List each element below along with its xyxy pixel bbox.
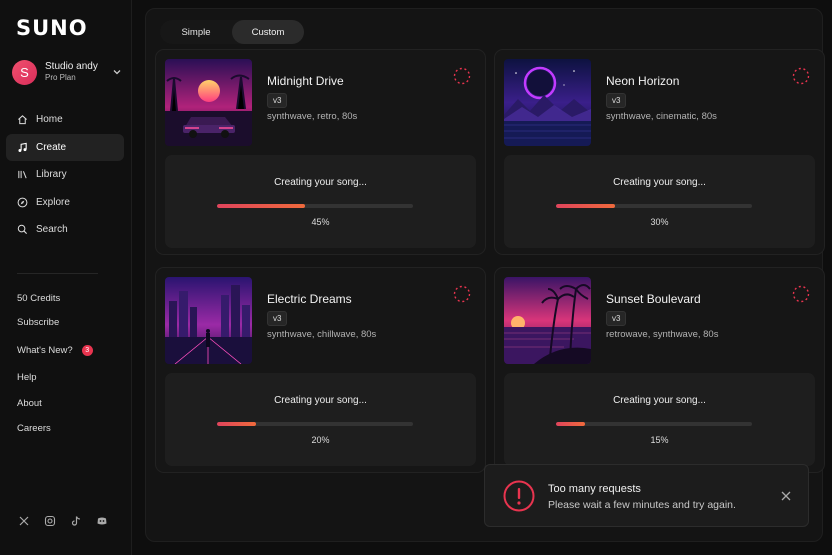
sidebar: SUNO S Studio andy Pro Plan Home Create …: [0, 0, 132, 555]
song-tags: synthwave, cinematic, 80s: [606, 111, 717, 122]
search-icon: [17, 225, 28, 235]
close-icon[interactable]: [780, 490, 792, 502]
progress-box: Creating your song... 20%: [165, 373, 476, 466]
model-version-badge: v3: [267, 311, 288, 326]
nav-item-create[interactable]: Create: [6, 133, 124, 161]
chevron-down-icon: [113, 70, 121, 75]
user-menu[interactable]: S Studio andy Pro Plan: [12, 58, 122, 86]
song-title: Sunset Boulevard: [606, 292, 701, 306]
loading-spinner-icon: [453, 285, 471, 303]
nav-item-explore[interactable]: Explore: [6, 189, 124, 216]
song-card[interactable]: Midnight Drive v3 synthwave, retro, 80s …: [155, 49, 486, 255]
song-tags: synthwave, chillwave, 80s: [267, 329, 377, 340]
progress-percent: 30%: [650, 217, 669, 227]
careers-link[interactable]: Careers: [17, 416, 117, 442]
nav-item-home[interactable]: Home: [6, 106, 124, 133]
alert-icon: [503, 480, 535, 512]
sidebar-links: 50 Credits Subscribe What's New? 3 Help …: [17, 287, 117, 442]
song-cover-image: [165, 59, 252, 146]
song-title: Midnight Drive: [267, 74, 344, 88]
progress-percent: 20%: [311, 435, 330, 445]
toast-title: Too many requests: [548, 483, 641, 495]
progress-bar: [556, 422, 752, 426]
nav-item-library[interactable]: Library: [6, 161, 124, 188]
avatar: S: [12, 59, 37, 85]
error-toast: Too many requests Please wait a few minu…: [484, 464, 809, 527]
main-nav: Home Create Library Explore Search: [6, 106, 124, 244]
user-name: Studio andy: [45, 61, 98, 73]
help-link[interactable]: Help: [17, 365, 117, 391]
about-link[interactable]: About: [17, 391, 117, 417]
nav-label: Explore: [36, 196, 70, 208]
song-card[interactable]: Sunset Boulevard v3 retrowave, synthwave…: [494, 267, 825, 473]
progress-fill: [217, 204, 306, 208]
progress-status: Creating your song...: [274, 395, 367, 406]
progress-bar: [556, 204, 752, 208]
song-cover-image: [504, 277, 591, 364]
song-card[interactable]: Neon Horizon v3 synthwave, cinematic, 80…: [494, 49, 825, 255]
nav-label: Home: [36, 114, 63, 125]
suno-logo[interactable]: SUNO: [16, 16, 88, 40]
whats-new-link[interactable]: What's New? 3: [17, 335, 117, 365]
mode-tabs: Simple Custom: [160, 20, 304, 44]
tab-simple[interactable]: Simple: [160, 20, 232, 44]
progress-box: Creating your song... 45%: [165, 155, 476, 248]
sidebar-divider: [17, 273, 98, 274]
music-note-icon: [18, 142, 27, 152]
song-card[interactable]: Electric Dreams v3 synthwave, chillwave,…: [155, 267, 486, 473]
discord-icon[interactable]: [96, 515, 108, 527]
progress-fill: [556, 422, 586, 426]
progress-bar: [217, 204, 413, 208]
progress-status: Creating your song...: [613, 177, 706, 188]
subscribe-link[interactable]: Subscribe: [17, 310, 117, 335]
compass-icon: [17, 197, 28, 208]
song-cover-image: [504, 59, 591, 146]
instagram-icon[interactable]: [44, 515, 56, 527]
progress-box: Creating your song... 30%: [504, 155, 815, 248]
toast-message: Please wait a few minutes and try again.: [548, 499, 736, 511]
progress-status: Creating your song...: [274, 177, 367, 188]
model-version-badge: v3: [606, 93, 627, 108]
loading-spinner-icon: [453, 67, 471, 85]
tab-custom[interactable]: Custom: [232, 20, 304, 44]
social-links: [18, 515, 108, 527]
model-version-badge: v3: [267, 93, 288, 108]
progress-fill: [556, 204, 615, 208]
progress-box: Creating your song... 15%: [504, 373, 815, 466]
progress-percent: 45%: [311, 217, 330, 227]
user-info: Studio andy Pro Plan: [45, 61, 112, 83]
whats-new-label: What's New?: [17, 344, 73, 356]
notification-badge: 3: [81, 344, 93, 356]
progress-bar: [217, 422, 413, 426]
tiktok-icon[interactable]: [70, 515, 82, 527]
progress-percent: 15%: [650, 435, 669, 445]
nav-label: Create: [36, 141, 67, 153]
home-icon: [18, 115, 27, 125]
library-icon: [18, 171, 27, 179]
x-icon[interactable]: [18, 515, 30, 527]
song-cover-image: [165, 277, 252, 364]
create-panel: Simple Custom Midnight Drive v3 synthwav…: [145, 8, 825, 542]
progress-fill: [217, 422, 257, 426]
credits-link[interactable]: 50 Credits: [17, 287, 117, 310]
song-title: Electric Dreams: [267, 292, 352, 306]
song-title: Neon Horizon: [606, 74, 680, 88]
song-tags: retrowave, synthwave, 80s: [606, 329, 719, 340]
loading-spinner-icon: [792, 285, 810, 303]
song-tags: synthwave, retro, 80s: [267, 111, 358, 122]
nav-label: Search: [36, 224, 68, 236]
user-plan: Pro Plan: [45, 73, 76, 83]
nav-label: Library: [36, 169, 67, 181]
model-version-badge: v3: [606, 311, 627, 326]
loading-spinner-icon: [792, 67, 810, 85]
nav-item-search[interactable]: Search: [6, 216, 124, 243]
progress-status: Creating your song...: [613, 395, 706, 406]
